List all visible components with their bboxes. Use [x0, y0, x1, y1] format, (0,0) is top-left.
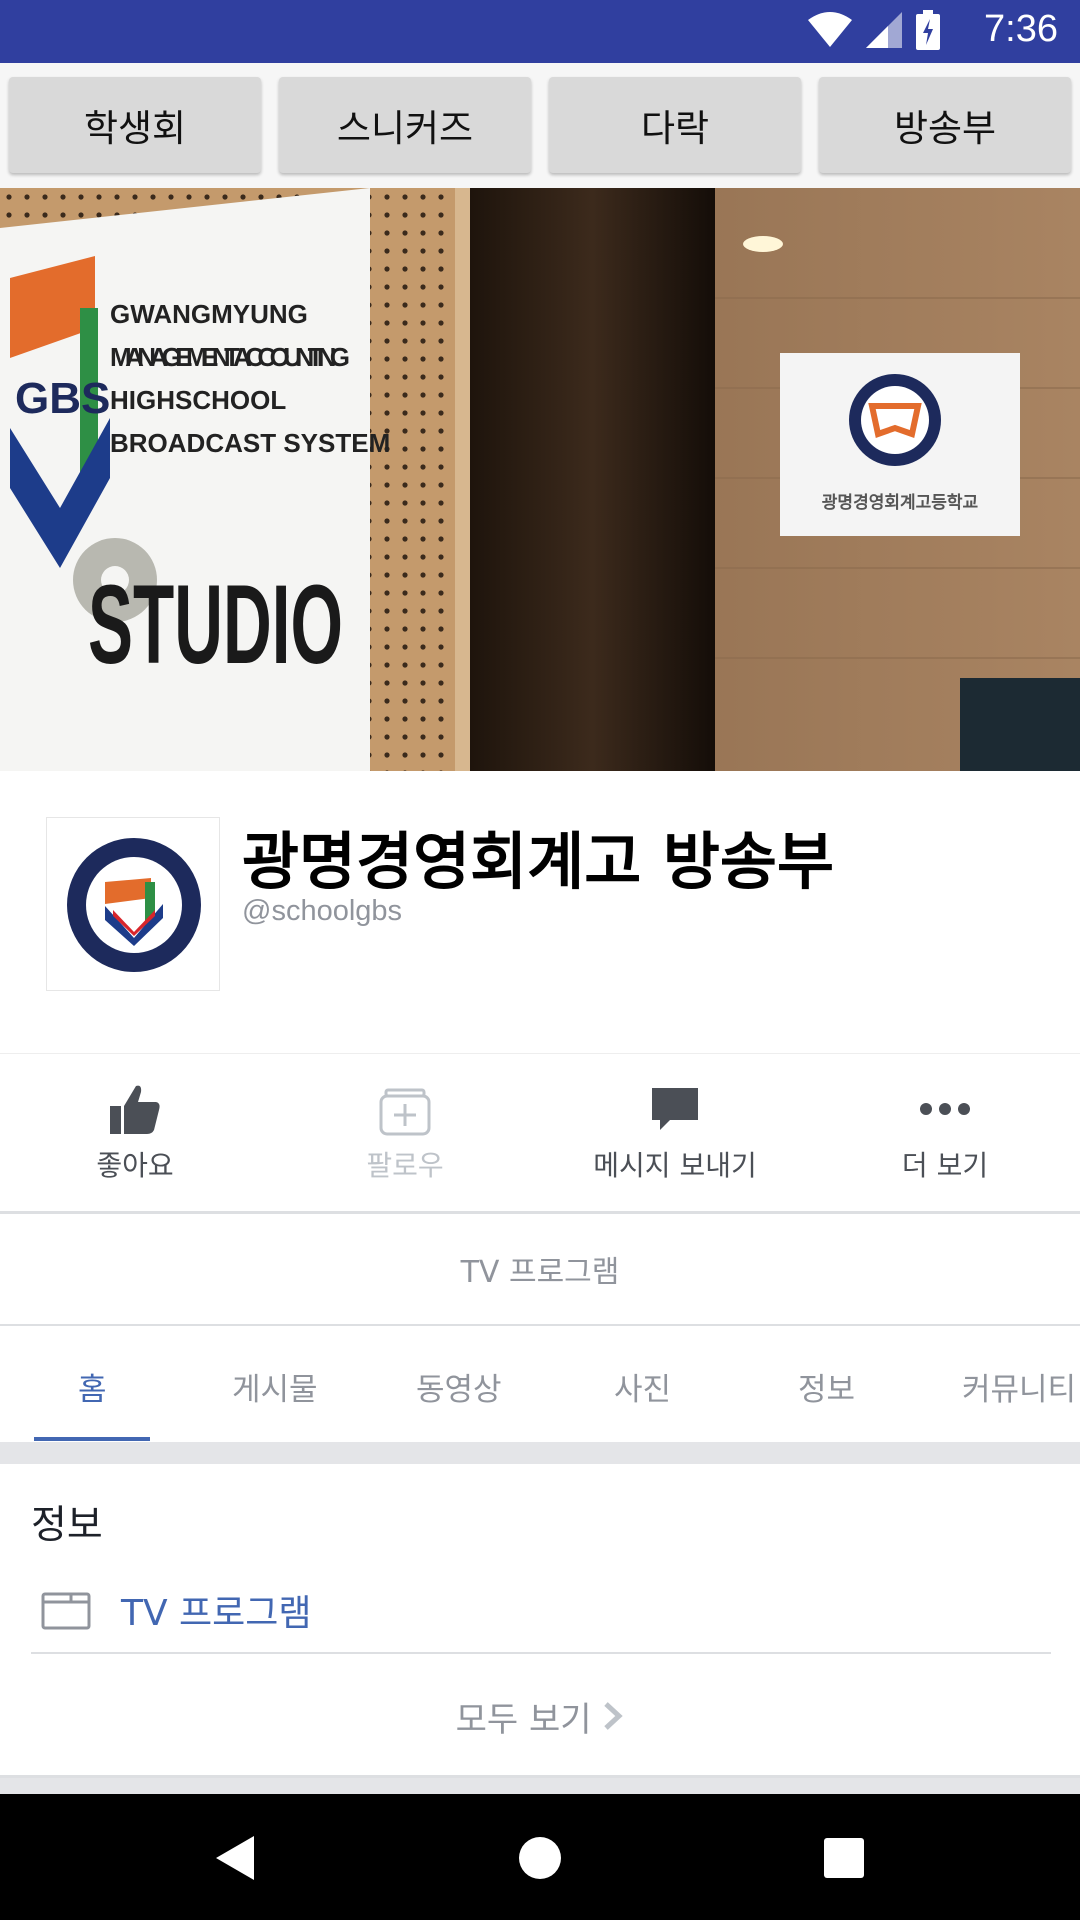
status-bar: 7:36 — [0, 0, 1080, 63]
info-card: 정보 TV 프로그램 모두 보기 — [0, 1464, 1080, 1778]
bottom-separator — [0, 1778, 1080, 1794]
cover-sign-line-3: HIGHSCHOOL — [110, 385, 286, 415]
group-tab-sneakers[interactable]: 스니커즈 — [279, 77, 531, 173]
info-category-row[interactable]: TV 프로그램 — [31, 1574, 1051, 1654]
battery-icon — [916, 10, 940, 50]
group-tab-darak[interactable]: 다락 — [549, 77, 801, 173]
recents-icon[interactable] — [824, 1838, 864, 1878]
clapperboard-icon — [41, 1592, 91, 1630]
cover-photo[interactable]: 광명경영회계고등학교 GBS GWANGMYUNG MANAGEMENT ACC… — [0, 188, 1080, 771]
group-tab-broadcast[interactable]: 방송부 — [819, 77, 1071, 173]
profile-picture[interactable] — [46, 817, 220, 991]
group-tab-student-council[interactable]: 학생회 — [9, 77, 261, 173]
tab-about[interactable]: 정보 — [798, 1364, 855, 1409]
send-message-button[interactable]: 메시지 보내기 — [540, 1054, 810, 1211]
school-emblem-icon — [67, 838, 201, 972]
status-time: 7:36 — [984, 8, 1058, 50]
follow-button[interactable]: 팔로우 — [270, 1054, 540, 1211]
tab-photos[interactable]: 사진 — [614, 1364, 671, 1409]
send-message-label: 메시지 보내기 — [593, 1148, 757, 1182]
back-icon[interactable] — [216, 1836, 256, 1880]
cover-logo-text: GBS — [15, 374, 110, 423]
message-icon — [652, 1087, 698, 1130]
cover-sign-line-4: BROADCAST SYSTEM — [110, 428, 390, 458]
page-category[interactable]: TV 프로그램 — [0, 1214, 1080, 1326]
tab-posts[interactable]: 게시물 — [232, 1364, 318, 1409]
active-tab-indicator — [34, 1437, 150, 1441]
home-icon[interactable] — [518, 1836, 562, 1880]
wifi-icon — [808, 12, 852, 47]
see-all-link[interactable]: 모두 보기 — [0, 1692, 1080, 1741]
info-category-text: TV 프로그램 — [121, 1593, 312, 1634]
section-separator — [0, 1442, 1080, 1464]
follow-icon — [379, 1088, 431, 1135]
more-label: 더 보기 — [901, 1148, 989, 1182]
more-icon — [920, 1102, 970, 1115]
see-all-label: 모두 보기 — [455, 1700, 592, 1740]
cover-sign-line-2: MANAGEMENT ACCOUNTING — [110, 342, 350, 372]
thumbs-up-icon — [110, 1085, 160, 1134]
group-tab-bar: 학생회 스니커즈 다락 방송부 — [0, 63, 1080, 188]
back-sign-text: 광명경영회계고등학교 — [822, 493, 979, 513]
page-handle: @schoolgbs — [242, 895, 403, 927]
chevron-right-icon — [604, 1702, 624, 1730]
system-nav-bar — [0, 1794, 1080, 1920]
signal-icon — [866, 12, 902, 48]
like-button[interactable]: 좋아요 — [0, 1054, 270, 1211]
like-label: 좋아요 — [96, 1148, 174, 1182]
cover-studio-text: STUDIO — [88, 562, 343, 687]
page-nav-tabs: 홈 게시물 동영상 사진 정보 커뮤니티 — [0, 1326, 1080, 1442]
tab-community[interactable]: 커뮤니티 — [962, 1364, 1076, 1409]
page-title: 광명경영회계고 방송부 — [242, 825, 834, 898]
tab-videos[interactable]: 동영상 — [416, 1364, 502, 1409]
page-header: 광명경영회계고 방송부 @schoolgbs — [0, 771, 1080, 1053]
tab-home[interactable]: 홈 — [78, 1364, 107, 1409]
page-actions: 좋아요 팔로우 메시지 보내기 더 보기 — [0, 1053, 1080, 1214]
status-icons — [808, 10, 940, 50]
more-button[interactable]: 더 보기 — [810, 1054, 1080, 1211]
info-title: 정보 — [31, 1503, 103, 1548]
cover-sign-line-1: GWANGMYUNG — [110, 299, 308, 329]
follow-label: 팔로우 — [366, 1148, 444, 1182]
